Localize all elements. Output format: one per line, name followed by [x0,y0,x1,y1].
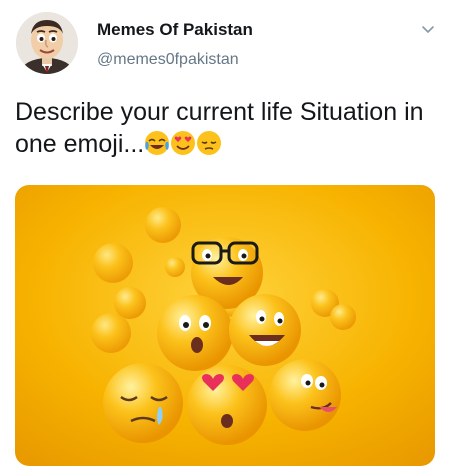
user-handle[interactable]: @memes0fpakistan [97,51,239,69]
tweet-card: Memes Of Pakistan @memes0fpakistan Descr… [0,0,450,476]
pensive-emoji [196,130,222,164]
display-name[interactable]: Memes Of Pakistan [97,20,253,40]
chevron-down-icon[interactable] [420,22,436,38]
tweet-text: Describe your current life Situation in … [15,96,445,164]
avatar[interactable] [16,12,78,74]
heart-eyes-emoji [170,130,196,164]
emoji-pile-image [15,185,435,466]
tweet-media-image[interactable] [15,185,435,466]
profile-avatar-image [16,12,78,74]
tears-of-joy-emoji [144,130,170,164]
